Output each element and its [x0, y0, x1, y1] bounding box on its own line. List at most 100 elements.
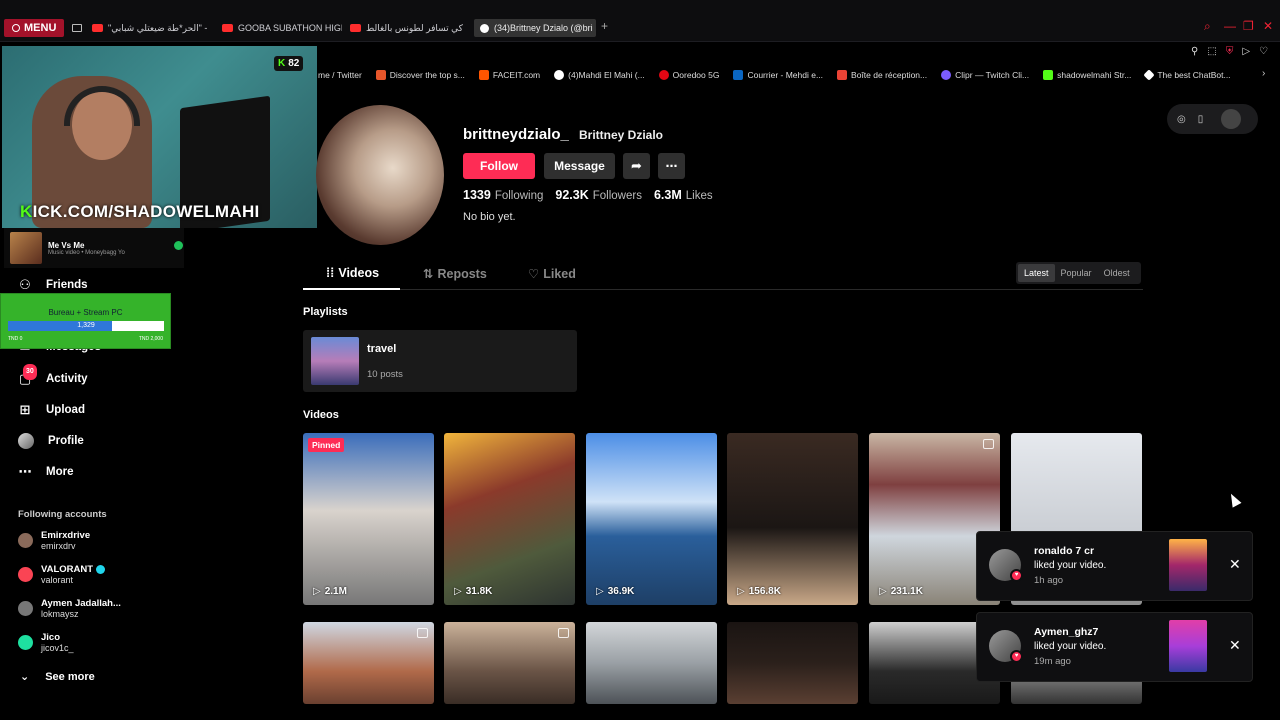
bookmark-item[interactable]: Clipr — Twitch Cli...	[941, 70, 1029, 80]
notification-toast[interactable]: ♥ ronaldo 7 cr liked your video. 1h ago …	[976, 531, 1253, 601]
browser-tab-1[interactable]: "الحر*طة ضيعتلي شبابي" -	[92, 19, 214, 37]
sidebar-item-activity[interactable]: ▢30 Activity	[18, 364, 88, 386]
more-options-button[interactable]: ⋯	[658, 153, 685, 179]
bookmark-item[interactable]: FACEIT.com	[478, 70, 540, 80]
video-thumbnail[interactable]: Pinned ▷ 2.1M	[303, 433, 434, 605]
heart-icon: ♡	[528, 267, 540, 281]
album-art	[10, 232, 42, 264]
profile-display-name: Brittney Dzialo	[579, 128, 664, 142]
webcam-headset	[64, 86, 140, 126]
screenshot-icon[interactable]: ⬚	[1207, 46, 1216, 57]
message-button[interactable]: Message	[544, 153, 615, 179]
bookmark-favicon	[1143, 69, 1155, 81]
device-icon[interactable]: ▯	[1198, 114, 1204, 125]
top-right-toolbar: ◎ ▯	[1167, 104, 1258, 134]
user-avatar[interactable]	[1221, 109, 1242, 129]
browser-tab-3[interactable]: كي تسافر لطونس بالغالط	[350, 19, 468, 37]
more-icon: ⋯	[18, 464, 32, 479]
tiktok-icon	[480, 23, 489, 33]
profile-username: brittneydzialo_	[463, 126, 569, 143]
pin-icon[interactable]: ⚲	[1191, 46, 1198, 57]
repost-icon: ⇅	[423, 267, 434, 281]
heart-icon[interactable]: ♡	[1259, 46, 1268, 57]
bookmark-favicon	[837, 70, 848, 80]
close-icon[interactable]: ✕	[1229, 637, 1241, 654]
kick-logo-icon: K	[278, 58, 286, 69]
stat-following[interactable]: 1339 Following	[463, 188, 543, 202]
account-avatar	[18, 533, 33, 548]
notification-thumbnail[interactable]	[1169, 539, 1207, 591]
extension-bar: ⚲ ⬚ ⛨ ▷ ♡	[1191, 46, 1268, 57]
bookmark-item[interactable]: Courrier - Mehdi e...	[733, 70, 823, 80]
following-account[interactable]: Emirxdrive emirxdrv	[18, 530, 90, 551]
tab-manager-icon[interactable]	[72, 24, 82, 32]
play-icon[interactable]: ▷	[1242, 46, 1250, 57]
bookmark-item[interactable]: The best ChatBot...	[1143, 69, 1231, 81]
see-more-button[interactable]: ⌄ See more	[20, 670, 95, 684]
bookmark-item[interactable]: Ooredoo 5G	[658, 70, 719, 80]
videos-title: Videos	[303, 409, 339, 421]
video-thumbnail[interactable]: ▷ 156.8K	[727, 433, 858, 605]
play-icon: ▷	[596, 586, 604, 597]
account-avatar	[18, 567, 33, 582]
playlist-card[interactable]: travel 10 posts	[303, 330, 577, 392]
profile-avatar-icon	[18, 433, 34, 449]
new-tab-icon[interactable]: +	[601, 19, 608, 33]
sidebar-item-upload[interactable]: ⊞ Upload	[18, 403, 85, 417]
following-account[interactable]: Jico jicov1c_	[18, 632, 74, 653]
notification-thumbnail[interactable]	[1169, 620, 1207, 672]
profile-bio: No bio yet.	[463, 211, 516, 223]
video-thumbnail[interactable]	[727, 622, 858, 704]
tab-videos[interactable]: ⁞⁞ Videos	[326, 266, 379, 280]
video-thumbnail[interactable]	[303, 622, 434, 704]
following-account[interactable]: Aymen Jadallah... lokmaysz	[18, 598, 121, 619]
sidebar-item-profile[interactable]: Profile	[18, 433, 84, 449]
donation-goal-widget: Bureau + Stream PC 1,329 TND 0 TND 2,000	[0, 293, 171, 349]
bookmark-item[interactable]: me / Twitter	[318, 70, 362, 80]
playlist-thumbnail	[311, 337, 359, 385]
following-accounts-title: Following accounts	[18, 509, 107, 520]
browser-menu-button[interactable]: MENU	[4, 19, 65, 37]
close-icon[interactable]: ✕	[1229, 556, 1241, 573]
browser-tab-2[interactable]: GOOBA SUBATHON HIGH	[222, 19, 342, 37]
sidebar-item-friends[interactable]: ⚇ Friends	[18, 278, 87, 292]
follow-button[interactable]: Follow	[463, 153, 535, 179]
video-thumbnail[interactable]	[586, 622, 717, 704]
search-icon[interactable]: ⌕	[1204, 19, 1211, 34]
close-window-icon[interactable]: ✕	[1263, 19, 1273, 33]
viewer-count-badge: K 82	[274, 56, 304, 71]
video-thumbnail[interactable]	[444, 622, 575, 704]
now-playing-widget: Me Vs Me Music video • Moneybagg Yo	[4, 228, 184, 268]
browser-tab-active[interactable]: (34)Brittney Dzialo (@bri	[474, 19, 596, 37]
bookmark-item[interactable]: shadowelmahi Str...	[1043, 70, 1131, 80]
bookmark-item[interactable]: (4)Mahdi El Mahi (...	[554, 70, 645, 80]
following-account[interactable]: VALORANT valorant	[18, 564, 106, 585]
video-thumbnail[interactable]: ▷ 31.8K	[444, 433, 575, 605]
youtube-icon	[350, 24, 361, 32]
bookmark-item[interactable]: Discover the top s...	[375, 70, 465, 80]
share-button[interactable]: ➦	[623, 153, 650, 179]
account-avatar	[18, 635, 33, 650]
sort-latest[interactable]: Latest	[1018, 264, 1055, 282]
sort-oldest[interactable]: Oldest	[1098, 264, 1136, 282]
notification-toast[interactable]: ♥ Aymen_ghz7 liked your video. 19m ago ✕	[976, 612, 1253, 682]
coin-icon[interactable]: ◎	[1177, 114, 1186, 125]
sort-popular[interactable]: Popular	[1055, 264, 1098, 282]
profile-picture[interactable]	[316, 105, 444, 245]
stat-followers[interactable]: 92.3K Followers	[555, 188, 642, 202]
activity-icon: ▢30	[18, 364, 37, 386]
video-thumbnail[interactable]: ▷ 36.9K	[586, 433, 717, 605]
minimize-icon[interactable]: —	[1224, 19, 1236, 33]
chevron-down-icon: ⌄	[20, 671, 30, 683]
bookmark-item[interactable]: Boîte de réception...	[837, 70, 927, 80]
music-title: Me Vs Me	[48, 240, 85, 250]
active-tab-underline	[303, 288, 400, 290]
sidebar-item-more[interactable]: ⋯ More	[18, 464, 74, 479]
bookmarks-overflow-icon[interactable]: ›	[1262, 68, 1265, 79]
photo-carousel-icon	[558, 628, 569, 638]
tab-liked[interactable]: ♡ Liked	[528, 266, 576, 282]
heart-icon: ♥	[1010, 650, 1023, 663]
maximize-icon[interactable]: ❐	[1243, 19, 1254, 33]
shield-icon[interactable]: ⛨	[1226, 46, 1234, 57]
tab-reposts[interactable]: ⇅ Reposts	[423, 266, 487, 282]
